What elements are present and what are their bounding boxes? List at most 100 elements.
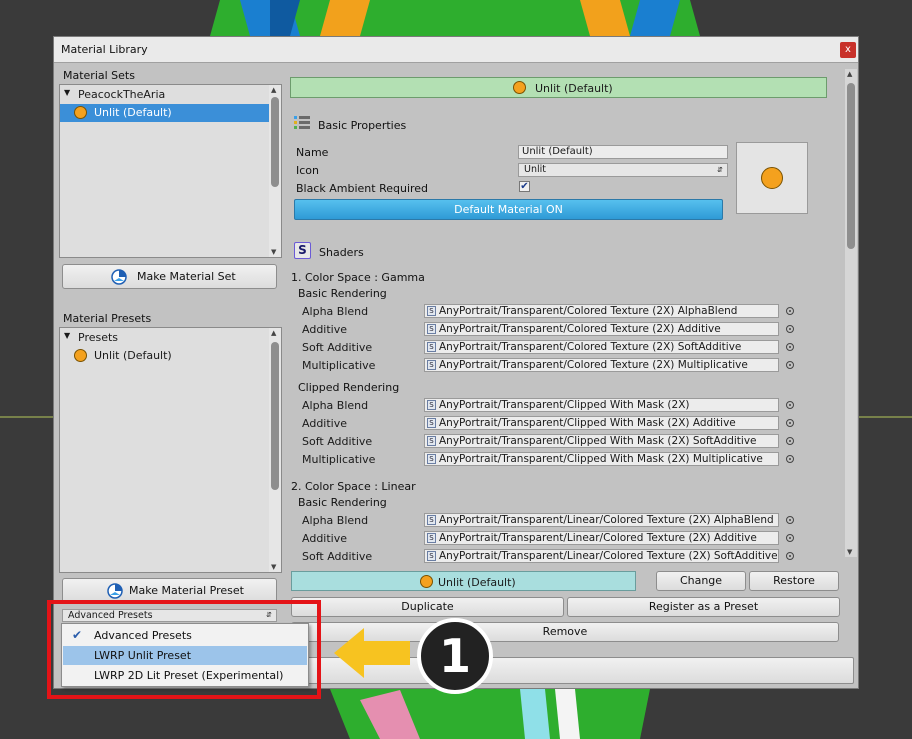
shader-row-label: Alpha Blend [302,514,369,527]
gamma-title: 1. Color Space : Gamma [291,271,425,284]
shader-icon: S [427,533,436,543]
shader-field[interactable]: S AnyPortrait/Transparent/Colored Texture… [424,304,779,318]
shader-field-value: AnyPortrait/Transparent/Clipped With Mas… [439,453,763,465]
object-picker-icon[interactable] [786,437,794,445]
shader-field[interactable]: S AnyPortrait/Transparent/Linear/Colored … [424,513,779,527]
shader-row-label: Additive [302,417,347,430]
object-picker-icon[interactable] [786,325,794,333]
object-picker-icon[interactable] [786,455,794,463]
restore-label: Restore [773,574,815,587]
shader-field-value: AnyPortrait/Transparent/Colored Texture … [439,341,742,353]
dropdown-arrows-icon: ⇵ [717,166,723,174]
preset-item-unlit[interactable]: Unlit (Default) [60,347,281,365]
step-number: 1 [438,629,471,683]
black-ambient-checkbox[interactable]: ✔ [519,181,530,192]
title-bar: Material Library x [54,37,858,63]
material-sets-list: ▼ PeacockTheAria Unlit (Default) ▲ ▼ [59,84,282,258]
set-root-label: PeacockTheAria [78,88,166,101]
shader-icon: S [427,400,436,410]
object-picker-icon[interactable] [786,361,794,369]
duplicate-button[interactable]: Duplicate [291,597,564,617]
content-scrollbar[interactable]: ▲ ▼ [845,69,857,557]
presets-root-label: Presets [78,331,119,344]
material-icon [74,106,87,119]
material-presets-label: Material Presets [63,312,152,325]
close-icon: x [845,44,851,55]
shader-field[interactable]: S AnyPortrait/Transparent/Clipped With Ma… [424,452,779,466]
shader-icon: S [427,454,436,464]
object-picker-icon[interactable] [786,419,794,427]
scroll-down-icon[interactable]: ▼ [847,548,852,556]
presets-scrollbar[interactable]: ▲ ▼ [269,328,281,572]
shader-field[interactable]: S AnyPortrait/Transparent/Clipped With Ma… [424,398,779,412]
scroll-down-icon[interactable]: ▼ [271,248,276,256]
name-field[interactable]: Unlit (Default) [518,145,728,159]
shader-row: Soft Additive S AnyPortrait/Transparent/Co… [290,339,810,357]
shader-field-value: AnyPortrait/Transparent/Clipped With Mas… [439,417,736,429]
default-material-button[interactable]: Default Material ON [294,199,723,220]
shader-field-value: AnyPortrait/Transparent/Clipped With Mas… [439,399,690,411]
highlight-box [47,600,321,699]
shaders-title: Shaders [319,246,364,259]
expand-arrow-icon[interactable]: ▼ [64,88,70,97]
shader-field-value: AnyPortrait/Transparent/Colored Texture … [439,359,748,371]
basic-properties-title: Basic Properties [318,119,407,132]
shader-icon: S [427,436,436,446]
linear-basic-rows: Alpha Blend S AnyPortrait/Transparent/Line… [290,512,810,566]
window-title: Material Library [61,43,148,56]
shader-field[interactable]: S AnyPortrait/Transparent/Clipped With Ma… [424,416,779,430]
shader-field[interactable]: S AnyPortrait/Transparent/Clipped With Ma… [424,434,779,448]
icon-label: Icon [296,164,319,177]
shader-icon: S [427,515,436,525]
scroll-thumb[interactable] [271,342,279,490]
shader-icon: S [294,242,311,259]
shader-field[interactable]: S AnyPortrait/Transparent/Colored Texture… [424,358,779,372]
tree-row-peacock[interactable]: ▼ PeacockTheAria [60,86,281,104]
gamma-basic-title: Basic Rendering [298,287,387,300]
shader-field[interactable]: S AnyPortrait/Transparent/Colored Texture… [424,340,779,354]
step-number-badge: 1 [417,618,493,694]
change-label: Change [679,574,723,587]
shader-row-label: Soft Additive [302,341,373,354]
shader-field-value: AnyPortrait/Transparent/Linear/Colored T… [439,514,774,526]
object-picker-icon[interactable] [786,516,794,524]
change-button[interactable]: Change [656,571,746,591]
restore-button[interactable]: Restore [749,571,839,591]
scroll-down-icon[interactable]: ▼ [271,563,276,571]
shader-icon: S [427,418,436,428]
set-item-unlit[interactable]: Unlit (Default) [60,104,269,122]
make-material-set-button[interactable]: Make Material Set [62,264,277,289]
shader-field[interactable]: S AnyPortrait/Transparent/Colored Texture… [424,322,779,336]
expand-arrow-icon[interactable]: ▼ [64,331,70,340]
shader-row-label: Soft Additive [302,550,373,563]
make-material-set-label: Make Material Set [137,270,236,283]
material-icon [513,81,526,94]
icon-dropdown[interactable]: Unlit ⇵ [518,163,728,177]
object-picker-icon[interactable] [786,534,794,542]
gamma-basic-rows: Alpha Blend S AnyPortrait/Transparent/Colo… [290,303,810,375]
object-picker-icon[interactable] [786,343,794,351]
shader-row: Multiplicative S AnyPortrait/Transparent/C… [290,357,810,375]
scroll-up-icon[interactable]: ▲ [271,86,276,94]
icon-value: Unlit [524,164,546,175]
shader-field[interactable]: S AnyPortrait/Transparent/Linear/Colored … [424,531,779,545]
linear-title: 2. Color Space : Linear [291,480,416,493]
close-button[interactable]: x [840,42,856,58]
shader-row-label: Soft Additive [302,435,373,448]
set-item-label: Unlit (Default) [94,106,172,119]
material-preview-icon [761,167,783,189]
shader-field[interactable]: S AnyPortrait/Transparent/Linear/Colored … [424,549,779,563]
properties-list-icon [294,116,310,129]
object-picker-icon[interactable] [786,401,794,409]
object-picker-icon[interactable] [786,307,794,315]
material-header-label: Unlit (Default) [535,82,613,95]
tree-row-presets[interactable]: ▼ Presets [60,329,281,347]
shader-field-value: AnyPortrait/Transparent/Clipped With Mas… [439,435,757,447]
object-picker-icon[interactable] [786,552,794,560]
scroll-up-icon[interactable]: ▲ [847,70,852,78]
sets-scrollbar[interactable]: ▲ ▼ [269,85,281,257]
scroll-up-icon[interactable]: ▲ [271,329,276,337]
register-preset-button[interactable]: Register as a Preset [567,597,840,617]
scroll-thumb[interactable] [271,97,279,187]
scroll-thumb[interactable] [847,83,855,249]
